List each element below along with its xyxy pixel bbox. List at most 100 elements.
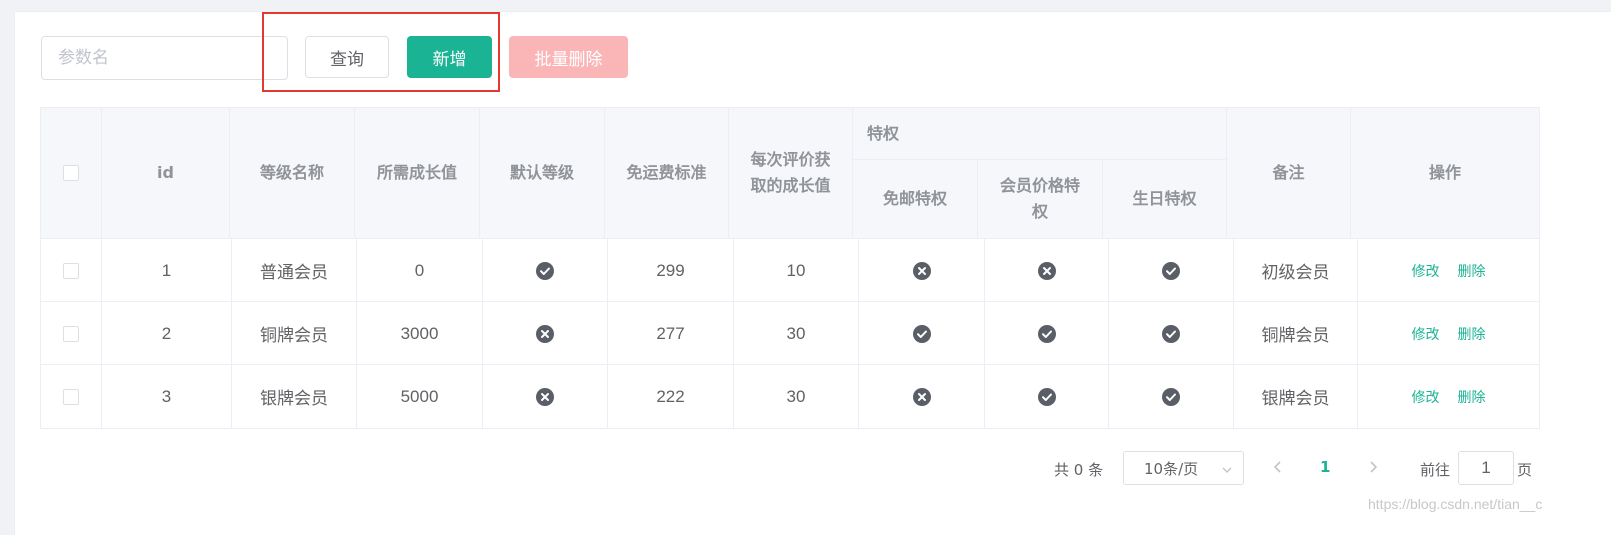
member-level-table: id 等级名称 所需成长值 默认等级 免运费标准 每次评价获取的成长值 特权 免… [40,107,1540,429]
cell-free-shipping: 277 [608,302,734,365]
chevron-down-icon [1221,462,1233,480]
cell-text: 3000 [400,323,439,343]
cell-action: 修改 删除 [1358,365,1539,428]
cell-text: 3 [161,386,172,406]
header-privilege-group: 特权 [853,108,1227,160]
edit-link[interactable]: 修改 [1412,324,1440,344]
cell-text: 277 [656,323,685,343]
row-checkbox[interactable] [63,388,79,405]
goto-page-input[interactable] [1458,451,1514,485]
cell-note: 银牌会员 [1234,365,1358,428]
cell-priv-free-mail [859,365,985,428]
cell-priv-free-mail [859,302,985,365]
cell-check [41,239,102,302]
next-page-icon[interactable] [1367,459,1379,493]
page-size-select[interactable]: 10条/页 [1123,451,1244,485]
cell-priv-member-price [985,302,1109,365]
edit-link[interactable]: 修改 [1412,261,1440,281]
batch-delete-button[interactable]: 批量删除 [509,36,628,78]
cell-text: 299 [656,260,685,280]
cell-text: 铜牌会员 [1261,326,1330,345]
cell-text: 初级会员 [1261,263,1330,282]
cell-free-shipping: 299 [608,239,734,302]
pagination-total: 共 0 条 [1054,461,1104,479]
cell-text: 普通会员 [260,263,328,282]
cell-note: 铜牌会员 [1234,302,1358,365]
check-circle-icon [1162,387,1180,406]
header-growth: 所需成长值 [355,108,480,238]
cell-comment-growth: 30 [734,365,859,428]
cell-text: 30 [786,323,806,343]
cell-priv-member-price [985,365,1109,428]
cell-growth: 5000 [357,365,483,428]
cell-default-level [483,365,608,428]
query-button[interactable]: 查询 [305,36,389,78]
x-circle-icon [912,387,931,406]
row-checkbox[interactable] [63,262,79,279]
cell-comment-growth: 30 [734,302,859,365]
select-all-checkbox[interactable] [63,165,79,181]
cell-priv-birthday [1109,302,1234,365]
x-circle-icon [536,387,554,406]
x-circle-icon [536,324,554,343]
check-circle-icon [1162,261,1180,280]
edit-link[interactable]: 修改 [1412,387,1440,407]
cell-text: 30 [786,386,806,406]
cell-note: 初级会员 [1234,239,1358,302]
watermark-text: https://blog.csdn.net/tian__c [1368,496,1543,512]
table-body: 1 普通会员 0 299 10 初级会员 修改 删除 2 铜牌会员 3000 277 30 铜牌会员 修改删… [41,239,1539,428]
check-circle-icon [1162,324,1180,343]
table-row: 3 银牌会员 5000 222 30 银牌会员 修改 删除 [41,365,1539,428]
x-circle-icon [912,261,931,280]
cell-id: 3 [102,365,232,428]
cell-text: 2 [161,323,172,343]
cell-text: 222 [656,386,685,406]
cell-check [41,302,102,365]
cell-id: 1 [102,239,232,302]
param-name-search-input[interactable] [41,36,288,80]
cell-name: 铜牌会员 [232,302,357,365]
table-row: 1 普通会员 0 299 10 初级会员 修改 删除 [41,239,1539,302]
cell-priv-birthday [1109,365,1234,428]
cell-text: 铜牌会员 [260,326,328,345]
cell-default-level [483,302,608,365]
page-number-current[interactable]: 1 [1320,458,1330,492]
page-size-value: 10条/页 [1144,459,1199,478]
cell-text: 0 [414,260,425,280]
header-comment-growth: 每次评价获取的成长值 [729,108,853,238]
cell-id: 2 [102,302,232,365]
cell-priv-free-mail [859,239,985,302]
header-select-all [41,108,102,238]
cell-growth: 3000 [357,302,483,365]
cell-action: 修改 删除 [1358,302,1539,365]
header-note: 备注 [1227,108,1351,238]
delete-link[interactable]: 删除 [1458,261,1486,281]
add-button[interactable]: 新增 [407,36,492,78]
table-header: id 等级名称 所需成长值 默认等级 免运费标准 每次评价获取的成长值 特权 免… [41,108,1539,239]
check-circle-icon [912,324,931,343]
delete-link[interactable]: 删除 [1458,387,1486,407]
cell-comment-growth: 10 [734,239,859,302]
cell-text: 5000 [400,386,439,406]
header-level-name: 等级名称 [230,108,355,238]
x-circle-icon [1037,261,1056,280]
goto-label: 前往 [1420,461,1451,479]
header-priv-birthday: 生日特权 [1103,160,1227,238]
check-circle-icon [536,261,554,280]
page-suffix-label: 页 [1517,461,1533,479]
header-priv-free-mail: 免邮特权 [853,160,978,238]
cell-free-shipping: 222 [608,365,734,428]
cell-text: 1 [161,260,172,280]
cell-priv-member-price [985,239,1109,302]
cell-text: 10 [786,260,806,280]
cell-default-level [483,239,608,302]
prev-page-icon[interactable] [1272,459,1284,493]
header-action: 操作 [1428,163,1461,182]
cell-name: 普通会员 [232,239,357,302]
row-checkbox[interactable] [63,325,79,342]
cell-check [41,365,102,428]
header-free-shipping: 免运费标准 [605,108,729,238]
header-default-level: 默认等级 [480,108,605,238]
delete-link[interactable]: 删除 [1458,324,1486,344]
cell-priv-birthday [1109,239,1234,302]
